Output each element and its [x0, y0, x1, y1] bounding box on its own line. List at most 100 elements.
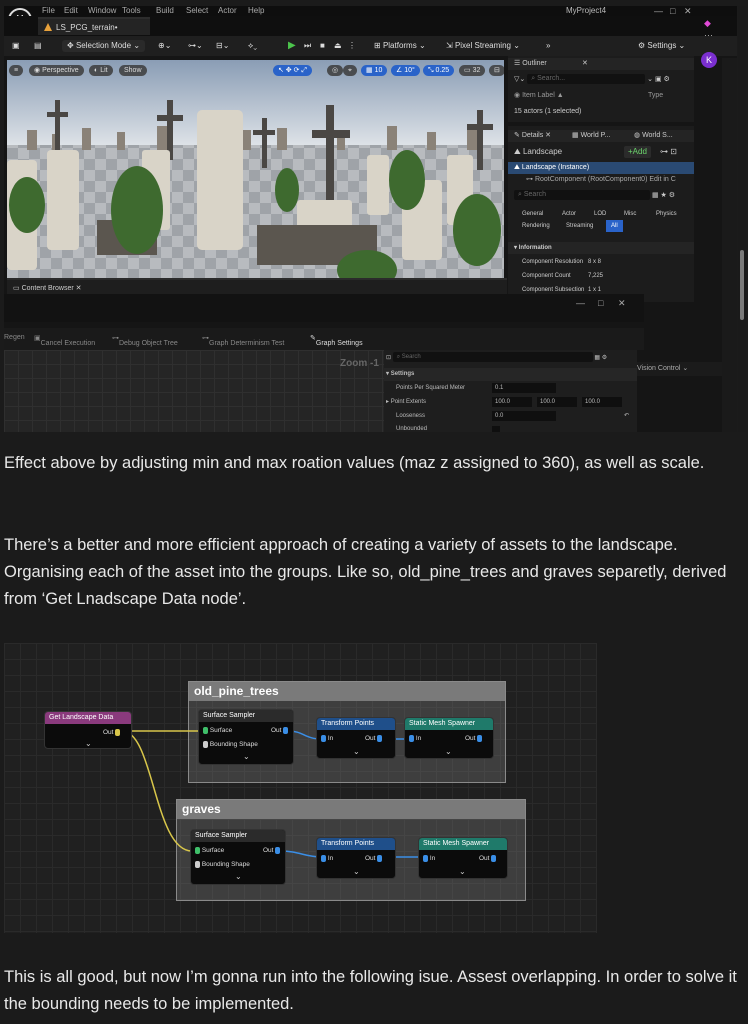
unbounded-checkbox[interactable] — [492, 426, 500, 432]
setting-value-z[interactable]: 100.0 — [582, 397, 622, 407]
chevron-down-icon[interactable]: ⌄ — [235, 872, 242, 881]
chevron-down-icon[interactable]: ⌄ — [353, 867, 360, 876]
pcg-close-icon[interactable]: ✕ — [618, 298, 626, 309]
details-search-input[interactable]: ⌕ Search — [514, 190, 650, 201]
filter-misc[interactable]: Misc — [624, 208, 636, 220]
out-pin[interactable]: Out — [271, 727, 289, 734]
in-pin[interactable]: In — [321, 735, 333, 742]
chevron-down-icon[interactable]: ⌄ — [243, 752, 250, 761]
filter-actor[interactable]: Actor — [562, 208, 576, 220]
scrollbar-thumb[interactable] — [740, 250, 744, 320]
determinism-test-button[interactable]: ⊶ Graph Determinism Test — [202, 334, 284, 347]
tab-level[interactable]: LS_PCG_terrain• — [38, 17, 150, 35]
in-pin[interactable]: In — [321, 855, 333, 862]
node-static-mesh-spawner[interactable]: Static Mesh Spawner In Out ⌄ — [418, 837, 508, 879]
close-icon[interactable]: ✕ — [684, 6, 692, 17]
settings-button[interactable]: ⚙ Settings ⌄ — [638, 40, 685, 52]
chevron-down-icon[interactable]: ⌄ — [353, 747, 360, 756]
filter-all[interactable]: All — [606, 220, 623, 232]
outliner-search-input[interactable]: ⌕ Search... — [527, 74, 646, 85]
eject-icon[interactable]: ⏏ — [334, 40, 342, 52]
pcg-minimize-icon[interactable]: — — [576, 298, 585, 308]
tab-world-settings[interactable]: ◍ World S... — [634, 130, 673, 142]
grid-snap-button[interactable]: ▦ 10 — [361, 65, 388, 76]
play-icon[interactable]: ▶ — [288, 40, 296, 52]
level-viewport[interactable]: ≡ ◉ Perspective ◐ Lit Show ↖ ✥ ⟳ ⤢ ◎ ⌖ ▦… — [7, 60, 504, 278]
lit-button[interactable]: ◐ Lit — [89, 65, 113, 76]
node-surface-sampler[interactable]: Surface Sampler Surface Bounding Shape O… — [198, 709, 294, 765]
node-transform-points[interactable]: Transform Points In Out ⌄ — [316, 717, 396, 759]
out-pin[interactable]: Out — [479, 855, 497, 862]
settings-section[interactable]: ▾ Settings — [384, 368, 637, 381]
edit-link[interactable]: Edit in C — [649, 176, 675, 183]
copilot-icon[interactable]: ◆ — [704, 18, 711, 29]
world-local-icon[interactable]: ◎ — [327, 65, 344, 76]
blueprint-icon-2[interactable]: ⊶ ⊡ — [660, 146, 677, 158]
surface-pin[interactable]: Surface — [195, 847, 224, 854]
surface-pin[interactable]: Surface — [203, 727, 232, 734]
cinematics-icon[interactable]: ⊟⌄ — [216, 40, 229, 52]
menu-help[interactable]: Help — [248, 6, 264, 15]
perspective-button[interactable]: ◉ Perspective — [29, 65, 84, 76]
setting-value-y[interactable]: 100.0 — [537, 397, 577, 407]
filter-lod[interactable]: LOD — [594, 208, 606, 220]
filter-rendering[interactable]: Rendering — [522, 220, 550, 232]
in-pin[interactable]: In — [409, 735, 421, 742]
information-section[interactable]: ▾ Information — [508, 242, 694, 254]
play-options-icon[interactable]: ⋮ — [348, 40, 356, 52]
platforms-button[interactable]: ⊞ Platforms ⌄ — [374, 40, 426, 52]
menu-edit[interactable]: Edit — [64, 6, 78, 15]
node-static-mesh-spawner[interactable]: Static Mesh Spawner In Out ⌄ — [404, 717, 494, 759]
maximize-icon[interactable]: □ — [670, 6, 675, 16]
menu-tools[interactable]: Tools — [122, 6, 141, 15]
tab-details[interactable]: ✎ Details ✕ — [514, 132, 551, 139]
col-type[interactable]: Type — [648, 90, 663, 102]
pixel-streaming-button[interactable]: ⇲ Pixel Streaming ⌄ — [446, 40, 520, 52]
bounding-shape-pin[interactable]: Bounding Shape — [203, 741, 258, 748]
reset-icon[interactable]: ↶ — [624, 410, 629, 423]
out-pin[interactable]: Out — [465, 735, 483, 742]
menu-file[interactable]: File — [42, 6, 55, 15]
setting-value-input[interactable]: 0.0 — [492, 411, 556, 421]
root-component-row[interactable]: ⊶ RootComponent (RootComponent0) Edit in… — [508, 174, 694, 186]
debug-object-tree-button[interactable]: ⊶ Debug Object Tree — [112, 334, 178, 347]
tab-world-partition[interactable]: ▦ World P... — [572, 130, 610, 142]
out-pin[interactable]: Out — [263, 847, 281, 854]
setting-value-x[interactable]: 100.0 — [492, 397, 532, 407]
selection-mode-button[interactable]: ✥ Selection Mode ⌄ — [62, 40, 146, 52]
blueprint-icon[interactable]: ⊶⌄ — [188, 40, 203, 52]
node-surface-sampler[interactable]: Surface Sampler Surface Bounding Shape O… — [190, 829, 286, 885]
page-scrollbar[interactable] — [738, 6, 746, 432]
viewport-layout-icon[interactable]: ⊟ — [489, 65, 504, 76]
col-item-label[interactable]: Item Label ▲ — [522, 92, 564, 99]
in-pin[interactable]: In — [423, 855, 435, 862]
scale-snap-button[interactable]: ⤡ 0.25 — [423, 65, 455, 76]
viewport-menu-icon[interactable]: ≡ — [9, 65, 24, 76]
vision-control-button[interactable]: Vision Control ⌄ — [637, 362, 722, 376]
surface-snap-icon[interactable]: ⌖ — [343, 65, 357, 76]
pcg-maximize-icon[interactable]: □ — [598, 298, 603, 308]
graph-settings-button[interactable]: ✎ Graph Settings — [310, 334, 363, 347]
setting-value-input[interactable]: 0.1 — [492, 383, 556, 393]
chevron-down-icon[interactable]: ⌄ — [459, 867, 466, 876]
add-icon[interactable]: ⊕⌄ — [158, 40, 171, 52]
chevron-down-icon[interactable]: ⌄ — [85, 739, 92, 748]
out-pin[interactable]: Out — [103, 729, 121, 736]
outliner-close-icon[interactable]: ✕ — [582, 58, 588, 70]
cancel-execution-button[interactable]: ▣ Cancel Execution — [34, 334, 95, 347]
camera-speed-button[interactable]: ▭ 32 — [459, 65, 486, 76]
regen-button[interactable]: Regen — [4, 334, 25, 341]
menu-window[interactable]: Window — [88, 6, 116, 15]
step-icon[interactable]: ⏭ — [304, 40, 311, 52]
filter-physics[interactable]: Physics — [656, 208, 677, 220]
add-component-button[interactable]: +Add — [624, 146, 651, 158]
chevron-down-icon[interactable]: ⌄ — [445, 747, 452, 756]
landscape-instance-row[interactable]: ⛰ Landscape (Instance) — [508, 162, 694, 174]
show-button[interactable]: Show — [119, 65, 147, 76]
out-pin[interactable]: Out — [365, 735, 383, 742]
content-icon[interactable]: ▤ — [34, 40, 42, 52]
menu-actor[interactable]: Actor — [218, 6, 237, 15]
transform-tools[interactable]: ↖ ✥ ⟳ ⤢ — [273, 65, 313, 76]
node-transform-points[interactable]: Transform Points In Out ⌄ — [316, 837, 396, 879]
menu-select[interactable]: Select — [186, 6, 208, 15]
